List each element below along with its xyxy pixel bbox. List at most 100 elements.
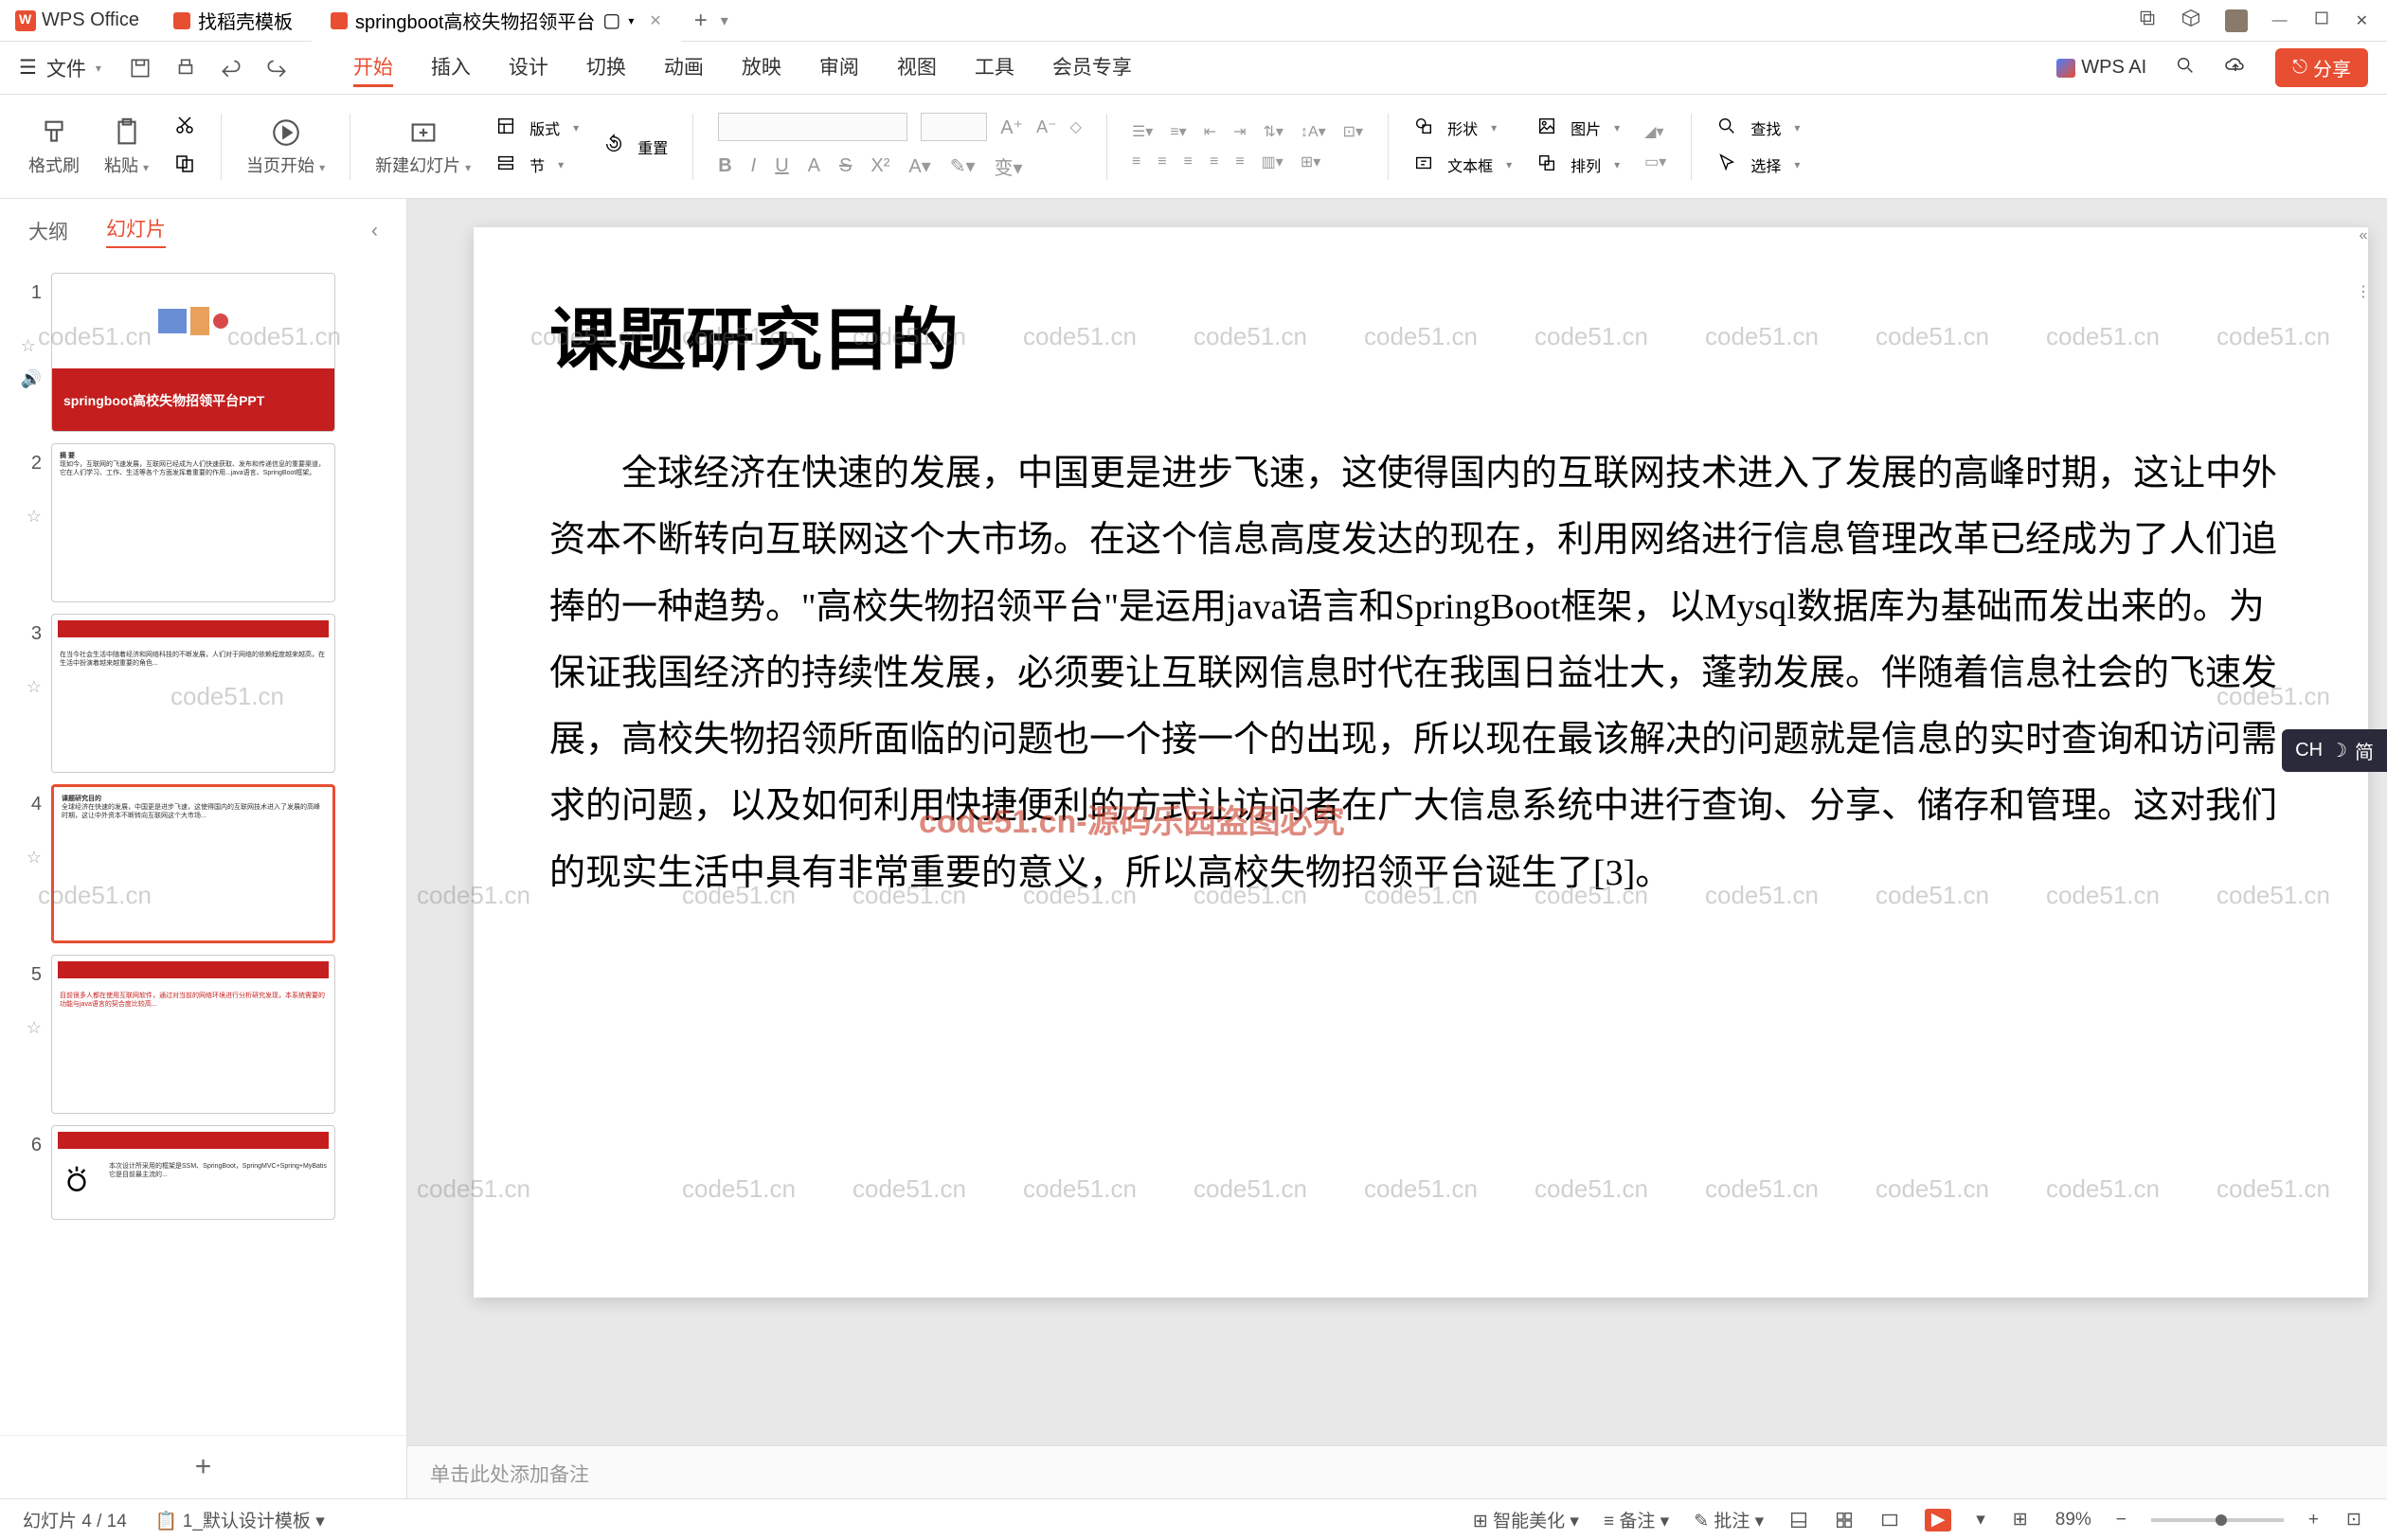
bold-icon[interactable]: B [718,155,731,177]
design-template[interactable]: 📋 1_默认设计模板 ▾ [155,1507,325,1532]
fit-window-icon[interactable]: ⊡ [2343,1510,2364,1531]
font-color-icon[interactable]: A▾ [908,154,930,178]
new-tab-button[interactable]: + [681,8,721,34]
slide-body[interactable]: 全球经济在快速的发展，中国更是进步飞速，这使得国内的互联网技术进入了发展的高峰时… [549,440,2292,906]
close-tab-icon[interactable]: ✕ [649,11,661,30]
slideshow-dropdown[interactable]: ▾ [1976,1509,1985,1531]
menu-tab-start[interactable]: 开始 [353,48,393,87]
window-copy-icon[interactable] [2138,9,2157,32]
thumbnail-item[interactable]: 6 本次设计所采用的框架是SSM、SpringBoot，SpringMVC+Sp… [0,1119,406,1226]
slide-thumbnail[interactable]: 在当今社会生活中随着经济和网络科技的不断发展，人们对于网络的依赖程度越来越高，在… [51,614,335,773]
align-right-icon[interactable]: ≡ [1184,153,1193,170]
sorter-view-icon[interactable] [1834,1510,1855,1531]
outline-color-icon[interactable]: ▭▾ [1644,152,1666,171]
menu-tab-design[interactable]: 设计 [509,48,548,87]
find-button[interactable]: 查找▾ [1716,116,1800,141]
thumbnail-item[interactable]: 3 ☆ 在当今社会生活中随着经济和网络科技的不断发展，人们对于网络的依赖程度越来… [0,608,406,779]
slide-thumbnail[interactable]: 目前很多人都在使用互联网软件，通过对当前的网络环境进行分析研究发现，本系统需要的… [51,955,335,1114]
font-selector[interactable] [718,113,907,141]
tab-document[interactable]: springboot高校失物招领平台 ▢ ▾ ✕ [312,0,681,42]
close-window-icon[interactable]: ✕ [2356,11,2368,30]
clear-format-icon[interactable]: ◇ [1070,117,1082,136]
search-icon[interactable] [2175,55,2196,81]
print-icon[interactable] [173,56,198,81]
slideshow-icon[interactable]: ▶ [1925,1509,1951,1531]
increase-font-icon[interactable]: A⁺ [1000,116,1023,139]
slide-thumbnail[interactable]: 本次设计所采用的框架是SSM、SpringBoot，SpringMVC+Spri… [51,1125,335,1220]
line-spacing-icon[interactable]: ↕A▾ [1301,122,1326,141]
tab-templates[interactable]: 找稻壳模板 [154,0,312,42]
cut-icon[interactable] [173,114,196,141]
from-current-button[interactable]: 当页开始 ▾ [246,116,325,177]
new-slide-button[interactable]: 新建幻灯片 ▾ [375,116,471,177]
menu-tab-tools[interactable]: 工具 [975,48,1014,87]
menu-tab-review[interactable]: 审阅 [819,48,859,87]
zoom-in-icon[interactable]: + [2308,1510,2319,1531]
align-center-icon[interactable]: ≡ [1158,153,1166,170]
menu-tab-transition[interactable]: 切换 [586,48,626,87]
italic-icon[interactable]: I [751,155,757,177]
paste-button[interactable]: 粘贴 ▾ [104,116,149,177]
file-menu[interactable]: ☰ 文件 ▾ [19,54,101,82]
slide-canvas[interactable]: 课题研究目的 全球经济在快速的发展，中国更是进步飞速，这使得国内的互联网技术进入… [474,227,2368,1298]
redo-icon[interactable] [264,56,289,81]
align-justify-icon[interactable]: ≡ [1210,153,1218,170]
slide-thumbnail[interactable]: springboot高校失物招领平台PPT [51,273,335,432]
fill-color-icon[interactable]: ◢▾ [1644,122,1666,141]
notes-toggle[interactable]: ≡ 备注 ▾ [1604,1507,1669,1532]
reading-view-icon[interactable] [1879,1510,1900,1531]
columns-icon[interactable]: ▥▾ [1262,152,1283,171]
align-text-icon[interactable]: ⊡▾ [1343,122,1363,141]
zoom-value[interactable]: 89% [2055,1510,2091,1531]
menu-dots-icon[interactable]: ⋮ [2356,282,2371,301]
zoom-out-icon[interactable]: − [2116,1510,2127,1531]
comments-toggle[interactable]: ✎ 批注 ▾ [1694,1507,1764,1532]
thumbnail-item[interactable]: 5 ☆ 目前很多人都在使用互联网软件，通过对当前的网络环境进行分析研究发现，本系… [0,949,406,1119]
numbering-icon[interactable]: ≡▾ [1170,122,1186,141]
textbox-button[interactable]: 文本框▾ [1413,152,1512,178]
bullets-icon[interactable]: ☰▾ [1132,122,1153,141]
menu-tab-view[interactable]: 视图 [897,48,937,87]
zoom-slider[interactable] [2151,1518,2284,1522]
superscript-icon[interactable]: X² [870,155,889,177]
menu-tab-insert[interactable]: 插入 [431,48,471,87]
minimize-icon[interactable]: — [2272,12,2288,29]
select-button[interactable]: 选择▾ [1716,152,1800,178]
thumbnail-item[interactable]: 4 ☆ 课题研究目的全球经济在快速的发展，中国更是进步飞速，这使得国内的互联网技… [0,779,406,949]
align-left-icon[interactable]: ≡ [1132,153,1140,170]
shape-button[interactable]: 形状▾ [1413,116,1512,141]
tab-menu-dropdown[interactable]: ▾ [721,11,728,30]
panel-tab-outline[interactable]: 大纲 [28,217,68,245]
collapse-panel-icon[interactable]: ‹ [371,220,378,242]
picture-button[interactable]: 图片▾ [1536,116,1620,141]
copy-icon[interactable] [173,152,196,180]
add-slide-button[interactable]: + [0,1435,406,1498]
font-size-selector[interactable] [921,113,987,141]
wps-ai-button[interactable]: WPS AI [2056,57,2146,79]
arrange-button[interactable]: 排列▾ [1536,152,1620,178]
slide-thumbnail-active[interactable]: 课题研究目的全球经济在快速的发展，中国更是进步飞速，这使得国内的互联网技术进入了… [51,784,335,943]
convert-smartart-icon[interactable]: ⊞▾ [1301,152,1320,171]
beautify-button[interactable]: ⊞ 智能美化 ▾ [1473,1507,1579,1532]
distribute-icon[interactable]: ≡ [1235,153,1244,170]
highlight-icon[interactable]: ✎▾ [950,154,976,178]
layout-button[interactable]: 版式▾ [495,116,579,141]
cloud-upload-icon[interactable] [2224,54,2247,82]
notes-area[interactable]: 单击此处添加备注 [407,1445,2387,1498]
format-brush-button[interactable]: 格式刷 [28,116,80,177]
slide-title[interactable]: 课题研究目的 [549,284,2292,384]
grid-icon[interactable]: ⊞ [2010,1510,2031,1531]
indent-right-icon[interactable]: ⇥ [1233,122,1246,141]
undo-icon[interactable] [219,56,243,81]
indent-left-icon[interactable]: ⇤ [1204,122,1216,141]
slide-thumbnail[interactable]: 摘 要现如今，互联网的飞速发展，互联网已经成为人们快速获取、发布和传递信息的重要… [51,443,335,602]
underline-icon[interactable]: U [775,155,788,177]
ime-indicator[interactable]: CH ☽ 简 [2282,729,2387,772]
normal-view-icon[interactable] [1788,1510,1809,1531]
share-button[interactable]: ⎋ 分享 [2275,48,2368,87]
menu-tab-member[interactable]: 会员专享 [1052,48,1132,87]
avatar-icon[interactable] [2225,9,2248,32]
panel-tab-slides[interactable]: 幻灯片 [106,214,166,248]
decrease-font-icon[interactable]: A⁻ [1036,117,1057,137]
thumbnail-item[interactable]: 1 ☆🔊 springboot高校失物招领平台PPT [0,267,406,438]
